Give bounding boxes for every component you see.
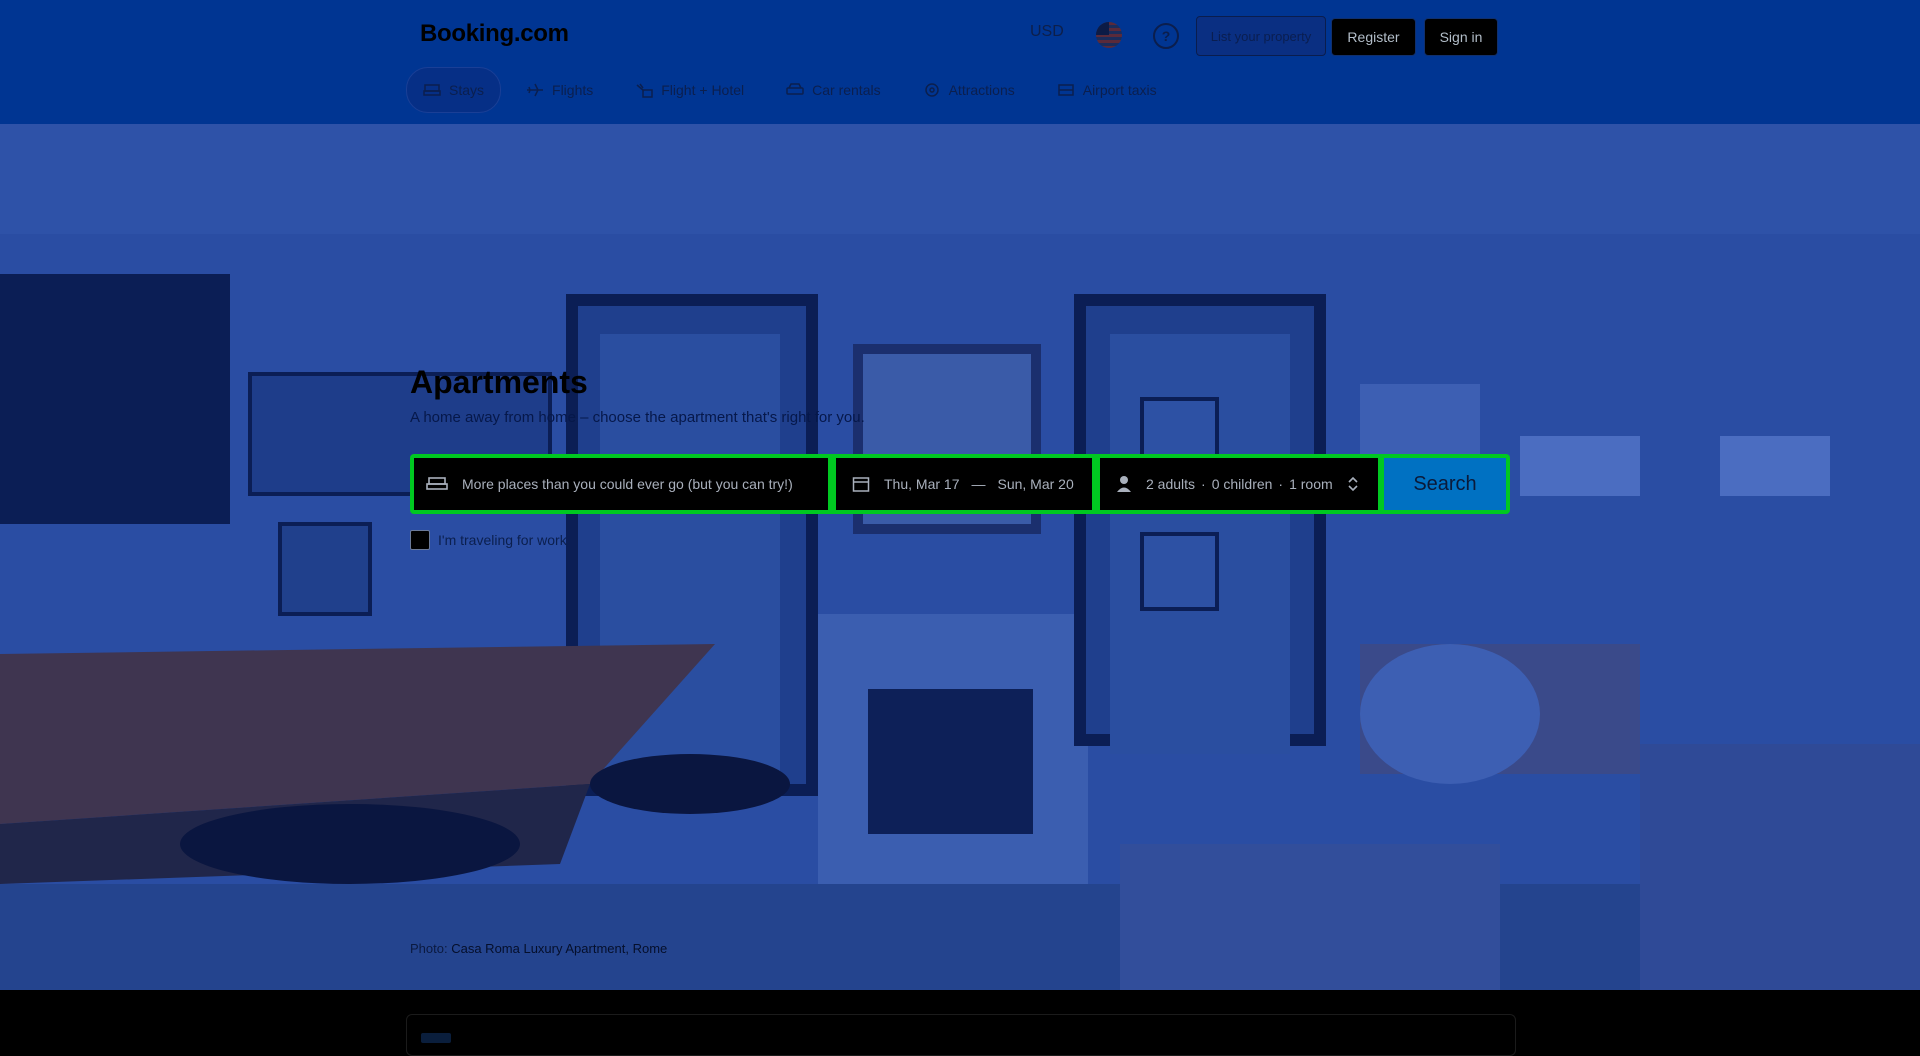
checkout-date: Sun, Mar 20 xyxy=(997,476,1074,492)
bed-icon xyxy=(426,477,448,490)
list-property-button[interactable]: List your property xyxy=(1196,16,1326,56)
hero-banner: Apartments A home away from home – choos… xyxy=(0,124,1920,990)
destination-field[interactable]: More places than you could ever go (but … xyxy=(414,458,828,510)
help-icon[interactable]: ? xyxy=(1153,23,1179,49)
calendar-icon xyxy=(852,477,870,492)
content-card xyxy=(406,1014,1516,1056)
sign-in-button[interactable]: Sign in xyxy=(1424,18,1498,56)
person-icon xyxy=(1117,476,1131,492)
nav-item-flight-hotel[interactable]: Flight + Hotel xyxy=(618,67,761,113)
nav-label-stays: Stays xyxy=(449,82,485,98)
attractions-icon xyxy=(924,83,939,97)
occupancy-separator: · xyxy=(1278,476,1284,492)
photo-credit-prefix: Photo: xyxy=(410,941,448,956)
nav-label-attractions: Attractions xyxy=(948,82,1015,98)
site-header: Booking.com USD ? List your property Reg… xyxy=(0,0,1920,124)
chevron-updown-icon xyxy=(1348,476,1358,492)
nav-item-stays[interactable]: Stays xyxy=(406,67,502,113)
hero-title: Apartments xyxy=(410,364,588,400)
car-icon xyxy=(786,83,804,95)
work-travel-checkbox[interactable] xyxy=(410,530,430,550)
hero-subtitle: A home away from home – choose the apart… xyxy=(410,409,865,426)
nav-item-attractions[interactable]: Attractions xyxy=(906,67,1032,113)
nav-label-airport-taxis: Airport taxis xyxy=(1082,82,1157,98)
rooms-count: 1 room xyxy=(1289,476,1333,492)
nav-label-car-rentals: Car rentals xyxy=(812,82,881,98)
product-nav: Stays Flights Flight + Hotel Car rentals… xyxy=(406,67,1182,113)
nav-item-flights[interactable]: Flights xyxy=(509,67,610,113)
date-separator: — xyxy=(971,476,986,492)
occupancy-separator: · xyxy=(1201,476,1206,492)
work-travel-label: I'm traveling for work xyxy=(438,532,567,548)
plane-icon xyxy=(527,83,544,97)
search-bar: More places than you could ever go (but … xyxy=(410,454,1510,514)
checkin-date: Thu, Mar 17 xyxy=(884,476,960,492)
hero-background-photo xyxy=(0,124,1920,990)
currency-selector[interactable]: USD xyxy=(1030,23,1064,41)
children-count: 0 children xyxy=(1211,476,1273,492)
destination-placeholder: More places than you could ever go (but … xyxy=(462,476,793,492)
adults-count: 2 adults xyxy=(1146,476,1196,492)
nav-label-flights: Flights xyxy=(552,82,594,98)
work-travel-option[interactable]: I'm traveling for work xyxy=(410,530,567,550)
flag-canton xyxy=(1096,22,1109,35)
flight-hotel-icon xyxy=(636,83,653,98)
bed-icon xyxy=(423,84,441,96)
nav-label-flight-hotel: Flight + Hotel xyxy=(661,82,745,98)
photo-credit: Photo: Casa Roma Luxury Apartment, Rome xyxy=(410,941,667,956)
taxi-icon xyxy=(1057,84,1074,96)
us-flag-icon[interactable] xyxy=(1096,22,1122,48)
card-tab-indicator xyxy=(421,1033,451,1043)
photo-credit-link[interactable]: Casa Roma Luxury Apartment, Rome xyxy=(451,941,667,956)
search-button[interactable]: Search xyxy=(1384,458,1506,510)
booking-logo[interactable]: Booking.com xyxy=(420,20,569,48)
nav-item-airport-taxis[interactable]: Airport taxis xyxy=(1040,67,1174,113)
nav-item-car-rentals[interactable]: Car rentals xyxy=(769,67,897,113)
register-button[interactable]: Register xyxy=(1331,18,1416,56)
date-range-field[interactable]: Thu, Mar 17 — Sun, Mar 20 xyxy=(836,458,1092,510)
occupancy-field[interactable]: 2 adults · 0 children · 1 room xyxy=(1100,458,1378,510)
